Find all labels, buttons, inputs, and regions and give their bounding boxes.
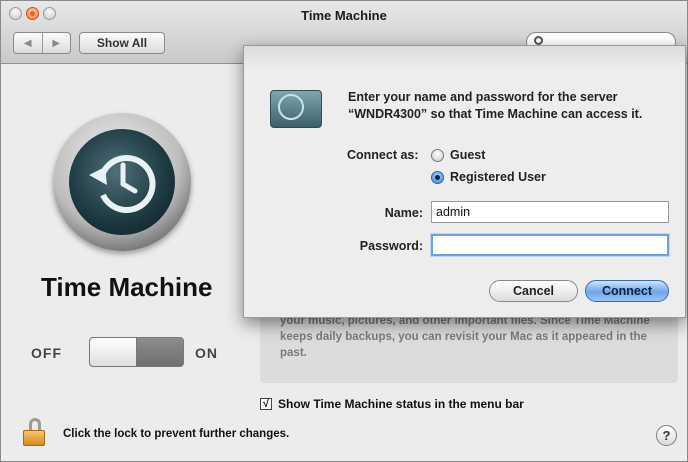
info-box: your music, pictures, and other importan… bbox=[260, 307, 678, 383]
back-forward-buttons: ◀ ▶ bbox=[13, 32, 71, 54]
login-prompt: Enter your name and password for the ser… bbox=[348, 90, 643, 121]
forward-button[interactable]: ▶ bbox=[41, 33, 71, 53]
time-machine-icon bbox=[53, 113, 191, 251]
preferences-window: Time Machine ◀ ▶ Show All Time Machine O… bbox=[0, 0, 688, 462]
help-button[interactable]: ? bbox=[656, 425, 677, 446]
lock-text: Click the lock to prevent further change… bbox=[63, 428, 290, 440]
window-title: Time Machine bbox=[301, 8, 387, 23]
connect-as-label: Connect as: bbox=[347, 148, 419, 162]
toggle-on-label: ON bbox=[195, 345, 218, 361]
server-login-sheet: Enter your name and password for the ser… bbox=[243, 45, 686, 318]
cancel-button[interactable]: Cancel bbox=[489, 280, 578, 302]
name-label: Name: bbox=[384, 206, 423, 220]
guest-label[interactable]: Guest bbox=[450, 148, 485, 162]
registered-user-option[interactable]: Registered User bbox=[431, 170, 546, 184]
pane-heading: Time Machine bbox=[41, 272, 213, 302]
lock-icon[interactable] bbox=[23, 418, 49, 448]
show-status-label[interactable]: Show Time Machine status in the menu bar bbox=[278, 397, 524, 411]
password-label: Password: bbox=[359, 239, 423, 253]
toggle-off-label: OFF bbox=[31, 345, 62, 361]
show-status-checkbox[interactable]: √ bbox=[260, 398, 272, 410]
search-icon bbox=[534, 36, 543, 45]
toggle-knob[interactable] bbox=[90, 338, 137, 366]
registered-user-radio[interactable] bbox=[431, 170, 444, 184]
connect-button[interactable]: Connect bbox=[585, 280, 669, 302]
password-field[interactable] bbox=[431, 234, 669, 256]
guest-radio[interactable] bbox=[431, 148, 444, 162]
show-all-button[interactable]: Show All bbox=[79, 32, 165, 54]
guest-option[interactable]: Guest bbox=[431, 148, 485, 162]
status-menu-option: √ Show Time Machine status in the menu b… bbox=[260, 397, 524, 411]
time-capsule-drive-icon bbox=[264, 86, 326, 132]
clock-arrow-icon bbox=[89, 155, 156, 213]
time-machine-toggle[interactable] bbox=[89, 337, 184, 367]
info-text: your music, pictures, and other importan… bbox=[280, 315, 650, 359]
registered-user-label[interactable]: Registered User bbox=[450, 170, 546, 184]
back-button[interactable]: ◀ bbox=[14, 33, 42, 53]
name-field[interactable] bbox=[431, 201, 669, 223]
